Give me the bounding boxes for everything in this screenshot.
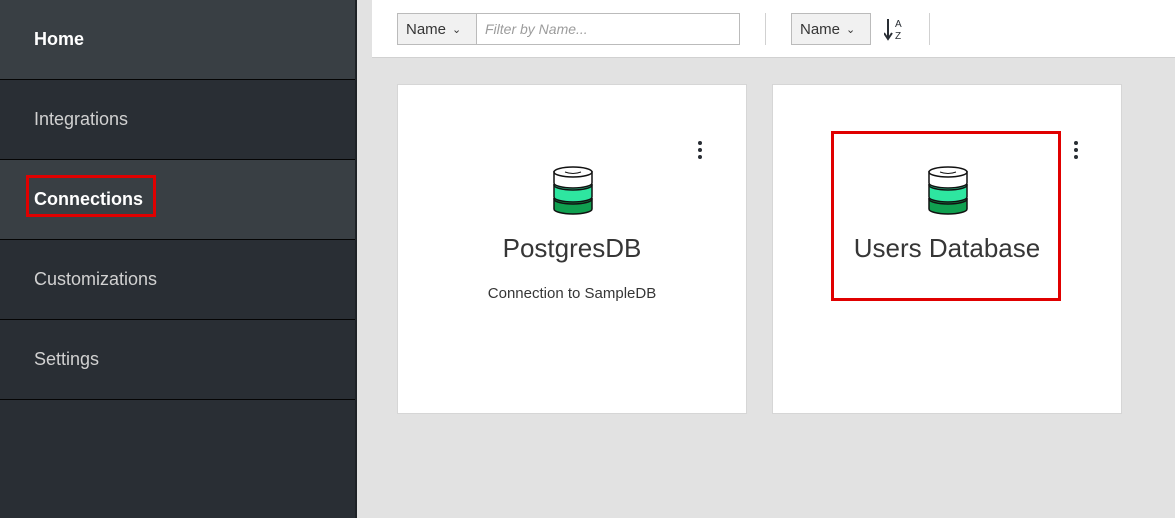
card-title: PostgresDB — [502, 233, 642, 263]
filter-input[interactable] — [476, 13, 740, 45]
card-title: Users Database — [853, 233, 1041, 263]
svg-text:Z: Z — [895, 31, 901, 41]
sort-alpha-asc-icon[interactable]: A Z — [884, 17, 906, 41]
sidebar-item-settings[interactable]: Settings — [0, 320, 355, 400]
sort-field-label: Name — [800, 20, 841, 38]
sidebar-item-label: Customizations — [34, 269, 158, 289]
main-content: Name ⌄ Name ⌄ A Z Postgres — [357, 0, 1175, 518]
filter-field-label: Name — [406, 20, 447, 38]
toolbar-divider — [765, 13, 766, 45]
card-description: Connection to SampleDB — [487, 285, 657, 302]
filter-field-dropdown[interactable]: Name ⌄ — [397, 13, 477, 45]
chevron-down-icon: ⌄ — [846, 23, 856, 36]
sort-field-dropdown[interactable]: Name ⌄ — [791, 13, 871, 45]
sidebar-item-connections[interactable]: Connections — [0, 160, 355, 240]
filter-toolbar: Name ⌄ Name ⌄ A Z — [372, 0, 1175, 58]
connection-card-users-database[interactable]: Users Database — [772, 84, 1122, 414]
database-icon — [928, 166, 968, 215]
sidebar-nav: Home Integrations Connections Customizat… — [0, 0, 357, 518]
svg-text:A: A — [895, 19, 902, 30]
connection-card-postgresdb[interactable]: PostgresDB Connection to SampleDB — [397, 84, 747, 414]
kebab-menu-icon[interactable] — [695, 141, 705, 159]
database-icon — [553, 166, 593, 215]
sidebar-item-label: Connections — [34, 189, 144, 209]
sidebar-item-customizations[interactable]: Customizations — [0, 240, 355, 320]
chevron-down-icon: ⌄ — [452, 23, 462, 36]
sidebar-item-integrations[interactable]: Integrations — [0, 80, 355, 160]
sidebar-item-label: Integrations — [34, 109, 129, 129]
kebab-menu-icon[interactable] — [1071, 141, 1081, 159]
sidebar-item-label: Home — [34, 29, 85, 49]
sidebar-item-label: Settings — [34, 349, 100, 369]
sidebar-item-home[interactable]: Home — [0, 0, 355, 80]
toolbar-divider — [929, 13, 930, 45]
